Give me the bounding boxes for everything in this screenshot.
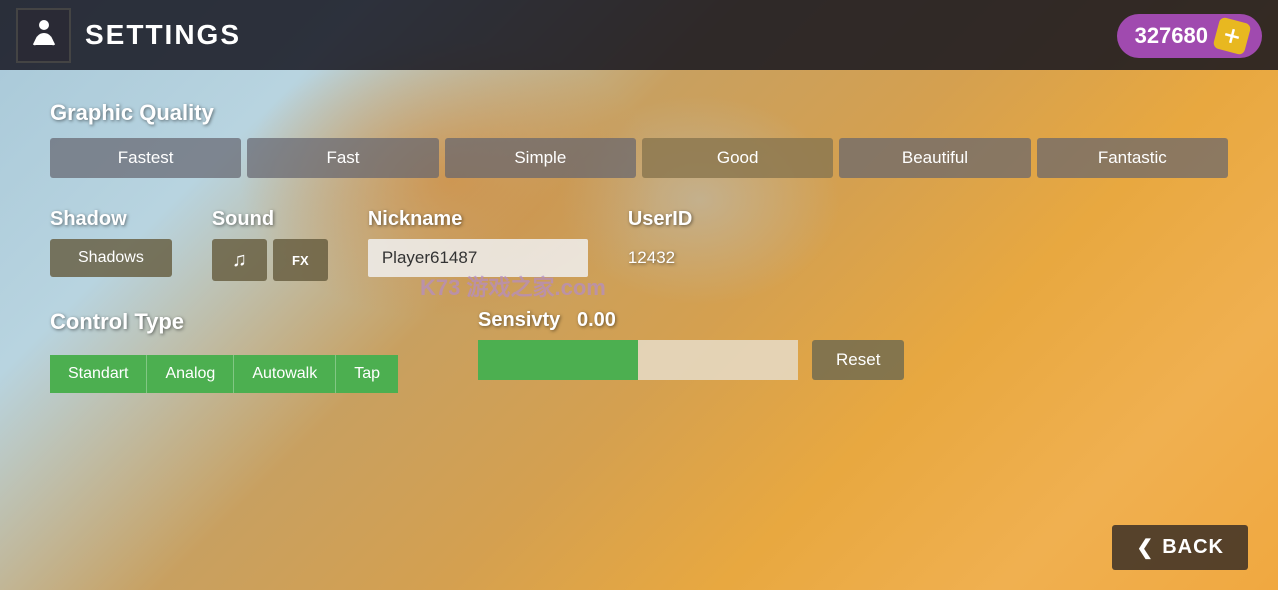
control-section: Control Type Standart Analog Autowalk Ta… <box>50 309 1228 393</box>
reset-button[interactable]: Reset <box>812 340 904 380</box>
currency-icon <box>1212 16 1251 55</box>
header: SETTINGS 327680 <box>0 0 1278 70</box>
control-buttons: Standart Analog Autowalk Tap <box>50 355 398 393</box>
currency-badge: 327680 <box>1117 14 1262 58</box>
back-chevron-icon: ❮ <box>1136 535 1154 560</box>
userid-value: 12432 <box>628 239 692 277</box>
control-btn-analog[interactable]: Analog <box>147 355 234 393</box>
sensitivity-value: 0.00 <box>577 309 616 331</box>
control-type-label: Control Type <box>50 309 398 335</box>
back-label: BACK <box>1162 536 1224 559</box>
shadow-group: Shadow Shadows <box>50 208 172 277</box>
sensitivity-filled <box>478 340 638 380</box>
main-content: Graphic Quality Fastest Fast Simple Good… <box>0 70 1278 590</box>
player-icon <box>26 17 62 53</box>
fx-icon: FX <box>292 253 309 268</box>
quality-buttons-row: Fastest Fast Simple Good Beautiful Fanta… <box>50 138 1228 178</box>
sound-buttons: ♫ FX <box>212 239 328 281</box>
sensitivity-label: Sensivty 0.00 <box>478 309 904 332</box>
sound-label: Sound <box>212 208 328 231</box>
sensitivity-empty <box>638 340 798 380</box>
userid-label: UserID <box>628 208 692 231</box>
quality-btn-beautiful[interactable]: Beautiful <box>839 138 1030 178</box>
sound-music-btn[interactable]: ♫ <box>212 239 267 281</box>
sensitivity-group: Sensivty 0.00 Reset <box>478 309 904 380</box>
control-btn-tap[interactable]: Tap <box>336 355 398 393</box>
quality-btn-good[interactable]: Good <box>642 138 833 178</box>
control-btn-standart[interactable]: Standart <box>50 355 147 393</box>
sound-fx-btn[interactable]: FX <box>273 239 328 281</box>
quality-btn-fantastic[interactable]: Fantastic <box>1037 138 1228 178</box>
music-icon: ♫ <box>232 249 247 272</box>
quality-btn-simple[interactable]: Simple <box>445 138 636 178</box>
back-button[interactable]: ❮ BACK <box>1112 525 1248 570</box>
control-type-group: Control Type Standart Analog Autowalk Ta… <box>50 309 398 393</box>
settings-middle-row: Shadow Shadows Sound ♫ FX Nickname UserI… <box>50 208 1228 281</box>
nickname-label: Nickname <box>368 208 588 231</box>
sensitivity-bar[interactable] <box>478 340 798 380</box>
shadow-label: Shadow <box>50 208 172 231</box>
currency-amount: 327680 <box>1135 23 1208 49</box>
header-logo <box>16 8 71 63</box>
nickname-group: Nickname <box>368 208 588 277</box>
userid-group: UserID 12432 <box>628 208 692 277</box>
sensitivity-row: Reset <box>478 340 904 380</box>
nickname-input[interactable] <box>368 239 588 277</box>
shadow-button[interactable]: Shadows <box>50 239 172 277</box>
sound-group: Sound ♫ FX <box>212 208 328 281</box>
quality-btn-fast[interactable]: Fast <box>247 138 438 178</box>
control-btn-autowalk[interactable]: Autowalk <box>234 355 336 393</box>
quality-btn-fastest[interactable]: Fastest <box>50 138 241 178</box>
settings-title: SETTINGS <box>85 19 241 51</box>
graphic-quality-label: Graphic Quality <box>50 100 1228 126</box>
